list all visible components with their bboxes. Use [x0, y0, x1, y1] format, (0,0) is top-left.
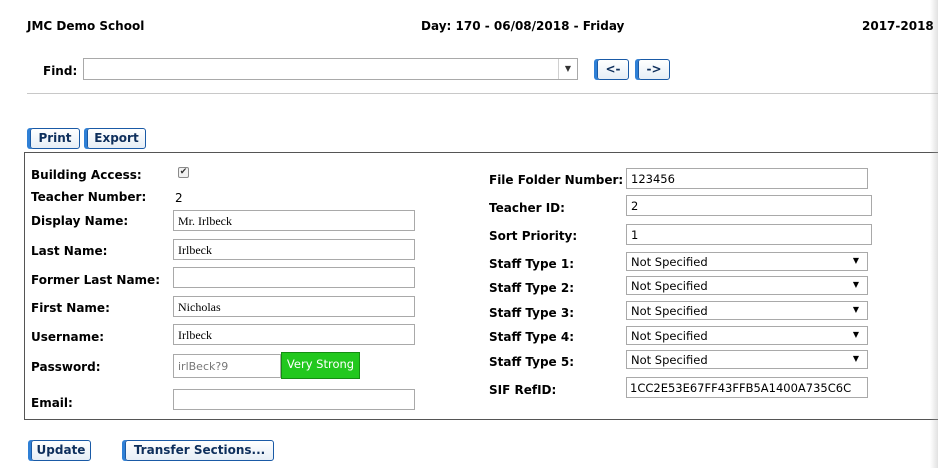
- staff-type-4-label: Staff Type 4:: [489, 330, 575, 344]
- school-year: 2017-2018: [862, 19, 934, 33]
- building-access-label: Building Access:: [31, 168, 142, 182]
- teacher-number-label: Teacher Number:: [31, 190, 147, 204]
- staff-type-1-value: Not Specified: [631, 255, 708, 269]
- password-label: Password:: [31, 360, 101, 374]
- chevron-down-icon: ▼: [852, 305, 859, 314]
- staff-type-3-select[interactable]: Not Specified ▼: [626, 301, 868, 320]
- teacher-number-value: 2: [175, 191, 183, 205]
- staff-type-5-select[interactable]: Not Specified ▼: [626, 350, 868, 369]
- staff-type-2-label: Staff Type 2:: [489, 281, 575, 295]
- former-last-name-label: Former Last Name:: [31, 273, 160, 287]
- staff-type-1-select[interactable]: Not Specified ▼: [626, 252, 868, 271]
- staff-type-4-value: Not Specified: [631, 329, 708, 343]
- email-field[interactable]: [173, 389, 415, 410]
- first-name-field[interactable]: Nicholas: [173, 296, 415, 317]
- sort-priority-label: Sort Priority:: [489, 229, 578, 243]
- staff-type-1-label: Staff Type 1:: [489, 257, 575, 271]
- staff-type-5-label: Staff Type 5:: [489, 355, 575, 369]
- password-strength-badge: Very Strong: [281, 352, 360, 379]
- sort-priority-field[interactable]: 1: [626, 224, 872, 245]
- file-folder-number-field[interactable]: 123456: [626, 168, 868, 189]
- username-label: Username:: [31, 330, 105, 344]
- window-edge-shadow: [930, 0, 938, 468]
- staff-type-3-label: Staff Type 3:: [489, 306, 575, 320]
- sif-refid-label: SIF RefID:: [489, 383, 557, 397]
- last-name-label: Last Name:: [31, 244, 108, 258]
- find-combobox[interactable]: ▼: [83, 58, 578, 80]
- staff-type-2-value: Not Specified: [631, 279, 708, 293]
- current-day: Day: 170 - 06/08/2018 - Friday: [421, 19, 625, 33]
- last-name-field[interactable]: Irlbeck: [173, 239, 415, 260]
- chevron-down-icon[interactable]: ▼: [558, 59, 577, 79]
- sif-refid-field[interactable]: 1CC2E53E67FF43FFB5A1400A735C6C: [626, 377, 868, 398]
- chevron-down-icon: ▼: [852, 354, 859, 363]
- print-button[interactable]: Print: [30, 128, 80, 149]
- display-name-label: Display Name:: [31, 214, 129, 228]
- school-name: JMC Demo School: [27, 19, 145, 33]
- building-access-checkbox[interactable]: ✔: [178, 167, 189, 178]
- chevron-down-icon: ▼: [852, 280, 859, 289]
- update-button[interactable]: Update: [31, 440, 91, 461]
- check-icon: ✔: [179, 167, 188, 177]
- teacher-id-field[interactable]: 2: [626, 195, 872, 216]
- next-button[interactable]: ->: [638, 59, 670, 80]
- password-field[interactable]: irlBeck?9: [173, 354, 281, 378]
- staff-type-4-select[interactable]: Not Specified ▼: [626, 326, 868, 345]
- chevron-down-icon: ▼: [852, 330, 859, 339]
- staff-type-2-select[interactable]: Not Specified ▼: [626, 276, 868, 295]
- staff-type-3-value: Not Specified: [631, 304, 708, 318]
- previous-button[interactable]: <-: [597, 59, 629, 80]
- former-last-name-field[interactable]: [173, 267, 415, 288]
- export-button[interactable]: Export: [87, 128, 146, 149]
- teacher-id-label: Teacher ID:: [489, 201, 565, 215]
- display-name-field[interactable]: Mr. Irlbeck: [173, 210, 415, 231]
- first-name-label: First Name:: [31, 301, 110, 315]
- transfer-sections-button[interactable]: Transfer Sections...: [125, 440, 274, 461]
- staff-type-5-value: Not Specified: [631, 353, 708, 367]
- find-label: Find:: [43, 64, 78, 78]
- file-folder-number-label: File Folder Number:: [489, 173, 624, 187]
- email-label: Email:: [31, 396, 73, 410]
- header-divider: [27, 93, 938, 94]
- username-field[interactable]: Irlbeck: [173, 324, 415, 345]
- chevron-down-icon: ▼: [852, 256, 859, 265]
